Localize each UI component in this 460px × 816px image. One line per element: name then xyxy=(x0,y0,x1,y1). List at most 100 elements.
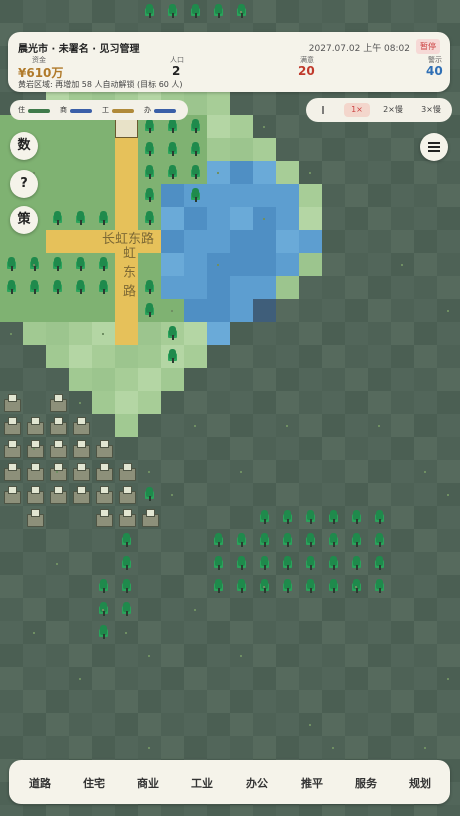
terrain-tile[interactable] xyxy=(161,667,184,690)
grass-tile[interactable] xyxy=(92,368,115,391)
terrain-tile[interactable] xyxy=(276,437,299,460)
terrain-tile[interactable] xyxy=(391,621,414,644)
terrain-tile[interactable] xyxy=(414,368,437,391)
terrain-tile[interactable] xyxy=(138,690,161,713)
terrain-tile[interactable] xyxy=(253,391,276,414)
residential-zone-tile[interactable] xyxy=(69,299,92,322)
terrain-tile[interactable] xyxy=(92,690,115,713)
terrain-tile[interactable] xyxy=(322,598,345,621)
terrain-tile[interactable] xyxy=(207,368,230,391)
terrain-tile[interactable] xyxy=(184,529,207,552)
terrain-tile[interactable] xyxy=(345,621,368,644)
terrain-tile[interactable] xyxy=(69,506,92,529)
terrain-tile[interactable] xyxy=(276,621,299,644)
water-tile[interactable] xyxy=(230,161,253,184)
terrain-tile[interactable] xyxy=(368,345,391,368)
terrain-tile[interactable] xyxy=(161,598,184,621)
residential-zone-tile[interactable] xyxy=(46,161,69,184)
data-button[interactable]: 数 xyxy=(10,132,38,160)
terrain-tile[interactable] xyxy=(46,529,69,552)
terrain-tile[interactable] xyxy=(161,621,184,644)
terrain-tile[interactable] xyxy=(299,621,322,644)
road-tile[interactable] xyxy=(115,184,138,207)
terrain-tile[interactable] xyxy=(138,667,161,690)
terrain-tile[interactable] xyxy=(23,805,46,816)
terrain-tile[interactable] xyxy=(207,506,230,529)
terrain-tile[interactable] xyxy=(322,138,345,161)
terrain-tile[interactable] xyxy=(253,345,276,368)
grass-tile[interactable] xyxy=(115,345,138,368)
terrain-tile[interactable] xyxy=(276,138,299,161)
speed-3x-button[interactable]: 3×慢 xyxy=(416,103,446,117)
terrain-tile[interactable] xyxy=(391,805,414,816)
terrain-tile[interactable] xyxy=(391,322,414,345)
terrain-tile[interactable] xyxy=(345,736,368,759)
terrain-tile[interactable] xyxy=(437,0,460,23)
grass-tile[interactable] xyxy=(207,92,230,115)
grass-tile[interactable] xyxy=(69,322,92,345)
terrain-tile[interactable] xyxy=(92,644,115,667)
terrain-tile[interactable] xyxy=(230,736,253,759)
grass-tile[interactable] xyxy=(69,368,92,391)
terrain-tile[interactable] xyxy=(230,805,253,816)
terrain-tile[interactable] xyxy=(322,805,345,816)
terrain-tile[interactable] xyxy=(23,368,46,391)
terrain-tile[interactable] xyxy=(23,598,46,621)
road-tile[interactable] xyxy=(46,230,69,253)
tool-bulldoze-button[interactable]: 推平 xyxy=(292,775,332,791)
road-tile[interactable] xyxy=(115,138,138,161)
terrain-tile[interactable] xyxy=(391,736,414,759)
water-tile[interactable] xyxy=(184,253,207,276)
water-tile[interactable] xyxy=(161,230,184,253)
terrain-tile[interactable] xyxy=(345,161,368,184)
terrain-tile[interactable] xyxy=(0,805,23,816)
terrain-tile[interactable] xyxy=(345,414,368,437)
terrain-tile[interactable] xyxy=(69,690,92,713)
terrain-tile[interactable] xyxy=(46,713,69,736)
terrain-tile[interactable] xyxy=(322,667,345,690)
terrain-tile[interactable] xyxy=(391,529,414,552)
terrain-tile[interactable] xyxy=(207,460,230,483)
terrain-tile[interactable] xyxy=(368,368,391,391)
terrain-tile[interactable] xyxy=(391,437,414,460)
terrain-tile[interactable] xyxy=(345,345,368,368)
terrain-tile[interactable] xyxy=(115,713,138,736)
terrain-tile[interactable] xyxy=(253,644,276,667)
terrain-tile[interactable] xyxy=(161,529,184,552)
terrain-tile[interactable] xyxy=(69,598,92,621)
terrain-tile[interactable] xyxy=(437,598,460,621)
terrain-tile[interactable] xyxy=(345,805,368,816)
terrain-tile[interactable] xyxy=(184,805,207,816)
terrain-tile[interactable] xyxy=(414,184,437,207)
terrain-tile[interactable] xyxy=(69,713,92,736)
water-tile[interactable] xyxy=(253,276,276,299)
terrain-tile[interactable] xyxy=(299,322,322,345)
grass-tile[interactable] xyxy=(184,322,207,345)
terrain-tile[interactable] xyxy=(253,667,276,690)
terrain-tile[interactable] xyxy=(184,460,207,483)
terrain-tile[interactable] xyxy=(322,184,345,207)
deep-water-tile[interactable] xyxy=(253,299,276,322)
terrain-tile[interactable] xyxy=(437,230,460,253)
terrain-tile[interactable] xyxy=(230,598,253,621)
terrain-tile[interactable] xyxy=(184,368,207,391)
terrain-tile[interactable] xyxy=(368,460,391,483)
grass-tile[interactable] xyxy=(276,161,299,184)
terrain-tile[interactable] xyxy=(138,621,161,644)
terrain-tile[interactable] xyxy=(253,736,276,759)
terrain-tile[interactable] xyxy=(437,621,460,644)
terrain-tile[interactable] xyxy=(92,529,115,552)
terrain-tile[interactable] xyxy=(184,621,207,644)
residential-zone-tile[interactable] xyxy=(138,253,161,276)
terrain-tile[interactable] xyxy=(414,230,437,253)
terrain-tile[interactable] xyxy=(368,644,391,667)
terrain-tile[interactable] xyxy=(161,713,184,736)
terrain-tile[interactable] xyxy=(414,207,437,230)
terrain-tile[interactable] xyxy=(46,0,69,23)
terrain-tile[interactable] xyxy=(115,0,138,23)
terrain-tile[interactable] xyxy=(345,368,368,391)
terrain-tile[interactable] xyxy=(46,667,69,690)
terrain-tile[interactable] xyxy=(437,736,460,759)
terrain-tile[interactable] xyxy=(276,667,299,690)
terrain-tile[interactable] xyxy=(253,805,276,816)
